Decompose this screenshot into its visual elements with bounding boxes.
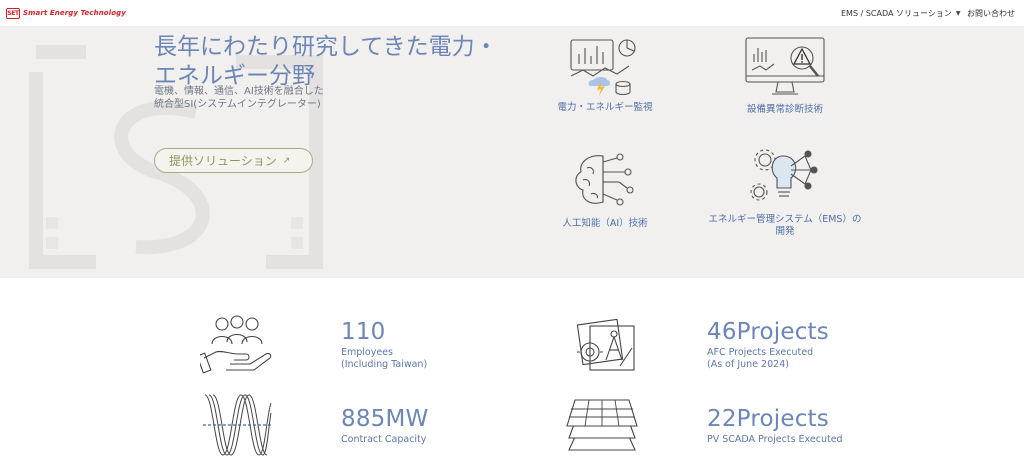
feature-label: 電力・エネルギー監視	[557, 102, 653, 113]
stat-description: Employees (Including Taiwan)	[341, 347, 541, 371]
feature-ems[interactable]: エネルギー管理システム（EMS）の 開発	[695, 146, 875, 238]
feature-label: 設備異常診断技術	[746, 104, 823, 115]
stat-description: Contract Capacity	[341, 434, 541, 446]
logo-text: Smart Energy Technology	[23, 9, 126, 17]
stat-value: 110	[341, 319, 386, 345]
nav-ems-scada-dropdown[interactable]: EMS / SCADA ソリューション ▼	[841, 8, 960, 19]
ems-bulb-icon	[750, 149, 818, 201]
feature-power-monitoring[interactable]: 電力・エネルギー監視	[540, 36, 670, 114]
caret-down-icon: ▼	[955, 10, 961, 17]
solar-panel-icon	[566, 399, 638, 451]
waveform-icon	[203, 394, 273, 456]
hero-title-line1: 長年にわたり研究してきた電力・	[154, 34, 498, 60]
power-monitoring-icon	[570, 39, 636, 96]
feature-label-line2: 開発	[775, 226, 795, 237]
hero-section: 長年にわたり研究してきた電力・ エネルギー分野 電機、情報、通信、AI技術を融合…	[0, 26, 1024, 278]
anomaly-diagnosis-icon	[745, 37, 825, 95]
feature-label-line1: エネルギー管理システム（EMS）の	[708, 214, 862, 225]
stat-description-line1: PV SCADA Projects Executed	[707, 434, 843, 445]
hero-subtitle: 電機、情報、通信、AI技術を融合した 統合型SI(システムインテグレーター)	[154, 85, 354, 111]
stat-value: 46Projects	[707, 319, 829, 345]
stat-description: PV SCADA Projects Executed	[707, 434, 907, 446]
solutions-button-label: 提供ソリューション	[169, 154, 277, 168]
top-header: SET Smart Energy Technology EMS / SCADA …	[0, 0, 1024, 26]
solutions-button[interactable]: 提供ソリューション ↗	[154, 148, 313, 173]
feature-ai[interactable]: 人工知能（AI）技術	[540, 150, 670, 230]
nav-ems-scada-label: EMS / SCADA ソリューション	[841, 9, 952, 18]
logo-mark: SET	[6, 7, 20, 19]
engineering-icon	[576, 318, 635, 371]
nav-contact-link[interactable]: お問い合わせ	[967, 8, 1015, 19]
hero-title: 長年にわたり研究してきた電力・ エネルギー分野	[154, 33, 554, 91]
employees-icon	[200, 315, 272, 374]
hero-subtitle-line2: 統合型SI(システムインテグレーター)	[154, 99, 321, 110]
stat-description-line1: AFC Projects Executed	[707, 347, 814, 358]
stat-description-line1: Employees	[341, 347, 393, 358]
ai-brain-icon	[575, 153, 634, 206]
stat-value: 885MW	[341, 406, 429, 432]
feature-label: エネルギー管理システム（EMS）の 開発	[695, 214, 875, 238]
stat-description-line1: Contract Capacity	[341, 434, 427, 445]
stat-description-line2: (Including Taiwan)	[341, 359, 428, 370]
feature-label: 人工知能（AI）技術	[562, 218, 648, 229]
feature-anomaly-diagnosis[interactable]: 設備異常診断技術	[720, 36, 850, 116]
external-arrow-icon: ↗	[282, 155, 291, 166]
company-logo[interactable]: SET Smart Energy Technology	[6, 6, 126, 20]
hero-subtitle-line1: 電機、情報、通信、AI技術を融合した	[154, 86, 324, 97]
stat-description: AFC Projects Executed (As of June 2024)	[707, 347, 907, 371]
stat-description-line2: (As of June 2024)	[707, 359, 789, 370]
stat-value: 22Projects	[707, 406, 829, 432]
